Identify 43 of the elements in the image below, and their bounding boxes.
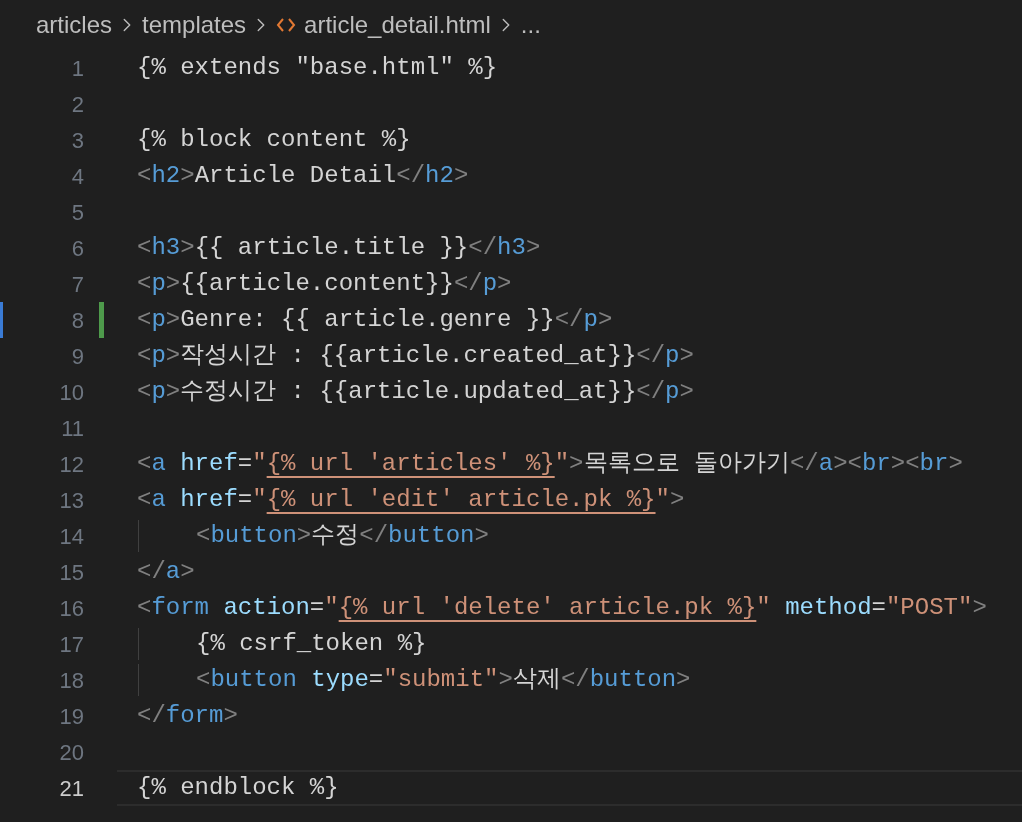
- line-number: 4: [71, 162, 84, 191]
- code-line: <button type="submit">삭제</button>: [196, 665, 691, 695]
- code-line: <a href="{% url 'articles' %}">목록으로 돌아가기</a><br><br>: [137, 449, 963, 479]
- code-line: {% endblock %}: [137, 773, 339, 803]
- code-line: <h2>Article Detail</h2>: [137, 161, 469, 191]
- code-line: <a href="{% url 'edit' article.pk %}">: [137, 485, 685, 515]
- breadcrumb-item[interactable]: ...: [520, 7, 541, 43]
- line-number: 3: [71, 126, 84, 155]
- breadcrumb-item[interactable]: articles: [36, 7, 113, 43]
- code-line: <p>Genre: {{ article.genre }}</p>: [137, 305, 613, 335]
- line-number: 8: [71, 306, 84, 335]
- breadcrumb-item[interactable]: article_detail.html: [304, 7, 491, 43]
- line-number: 20: [59, 738, 84, 767]
- breadcrumb-item[interactable]: templates: [142, 7, 247, 43]
- code-brackets-icon: [276, 17, 297, 33]
- line-number: 6: [71, 234, 84, 263]
- line-number: 5: [71, 198, 84, 227]
- line-number: 15: [59, 558, 84, 587]
- line-number: 13: [59, 486, 84, 515]
- code-line: </a>: [137, 557, 195, 587]
- line-number: 10: [59, 378, 84, 407]
- line-number: 1: [71, 54, 84, 83]
- line-number: 21: [59, 774, 84, 803]
- code-line: {% block content %}: [137, 125, 411, 155]
- line-number: 2: [71, 90, 84, 119]
- code-line: <p>수정시간 : {{article.updated_at}}</p>: [137, 377, 694, 407]
- line-number: 19: [59, 702, 84, 731]
- line-number: 16: [59, 594, 84, 623]
- line-number: 12: [59, 450, 84, 479]
- code-line: <p>작성시간 : {{article.created_at}}</p>: [137, 341, 694, 371]
- line-number: 9: [71, 342, 84, 371]
- code-line: <h3>{{ article.title }}</h3>: [137, 233, 541, 263]
- code-line: <p>{{article.content}}</p>: [137, 269, 512, 299]
- code-line: {% csrf_token %}: [196, 629, 427, 659]
- code-line: <form action="{% url 'delete' article.pk %}" method="POST">: [137, 593, 987, 623]
- line-number: 7: [71, 270, 84, 299]
- line-number: 18: [59, 666, 84, 695]
- line-number: 14: [59, 522, 84, 551]
- line-number: 11: [61, 414, 84, 443]
- code-line: {% extends "base.html" %}: [137, 53, 498, 83]
- code-line: <button>수정</button>: [196, 521, 489, 551]
- line-number: 17: [59, 630, 84, 659]
- code-line: </form>: [137, 701, 238, 731]
